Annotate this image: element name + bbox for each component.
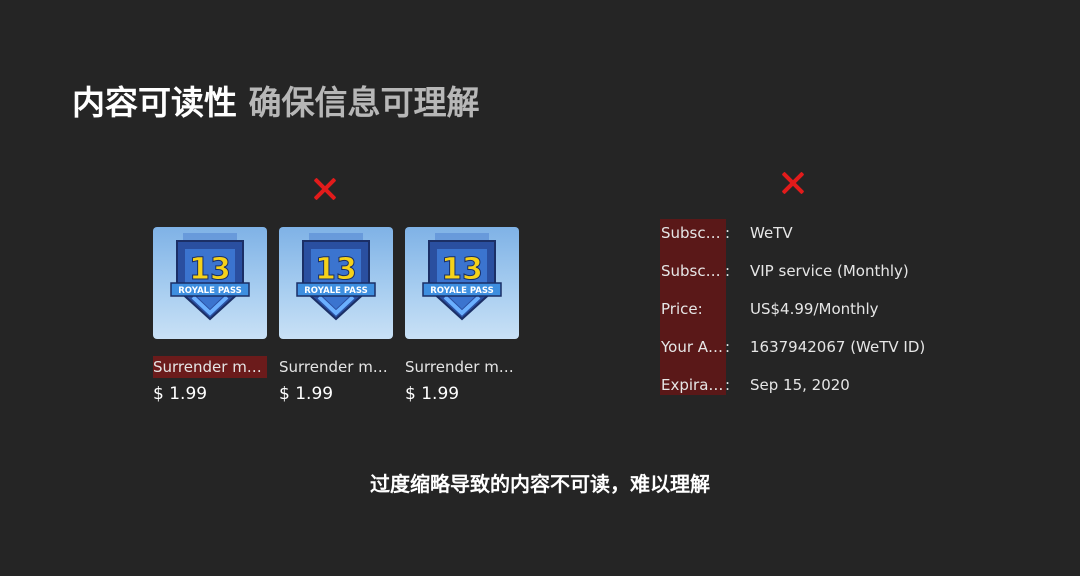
product-name: Surrender m…: [279, 358, 388, 376]
product-price: $ 1.99: [405, 384, 460, 404]
detail-colon: :: [725, 224, 731, 242]
product-thumbnail: ROYALE PASS 13: [153, 227, 267, 339]
badge-number: 13: [315, 252, 357, 287]
badge-text: ROYALE PASS: [304, 286, 367, 296]
detail-colon: :: [725, 338, 731, 356]
detail-colon: :: [725, 376, 731, 394]
detail-colon: :: [725, 262, 731, 280]
product-card[interactable]: ROYALE PASS 13 Surrender m… $ 1.99: [153, 227, 267, 404]
detail-label: Expira…: [661, 376, 724, 394]
title-main: 内容可读性: [72, 83, 237, 122]
detail-row: Subsc… : VIP service (Monthly): [661, 262, 909, 292]
cross-icon: [781, 171, 805, 195]
detail-row: Subsc… : WeTV: [661, 224, 793, 254]
detail-row: Expira… : Sep 15, 2020: [661, 376, 850, 406]
detail-label: Your A…: [661, 338, 724, 356]
badge-number: 13: [441, 252, 483, 287]
detail-value: WeTV: [750, 224, 793, 242]
product-card[interactable]: ROYALE PASS 13 Surrender m… $ 1.99: [405, 227, 519, 404]
detail-row: Price: US$4.99/Monthly: [661, 300, 879, 330]
badge-text: ROYALE PASS: [430, 286, 493, 296]
caption: 过度缩略导致的内容不可读，难以理解: [370, 472, 710, 496]
product-thumbnail: ROYALE PASS 13: [405, 227, 519, 339]
product-card[interactable]: ROYALE PASS 13 Surrender m… $ 1.99: [279, 227, 393, 404]
page-title: 内容可读性 确保信息可理解: [72, 76, 480, 124]
detail-row: Your A… : 1637942067 (WeTV ID): [661, 338, 925, 368]
cross-icon: [313, 177, 337, 201]
detail-value: US$4.99/Monthly: [750, 300, 879, 318]
badge-text: ROYALE PASS: [178, 286, 241, 296]
detail-value: VIP service (Monthly): [750, 262, 909, 280]
product-price: $ 1.99: [153, 384, 208, 404]
product-thumbnail: ROYALE PASS 13: [279, 227, 393, 339]
product-price: $ 1.99: [279, 384, 334, 404]
product-name: Surrender m…: [405, 358, 514, 376]
detail-label: Subsc…: [661, 262, 721, 280]
product-name: Surrender m…: [153, 356, 267, 378]
detail-value: Sep 15, 2020: [750, 376, 850, 394]
detail-label: Price:: [661, 300, 703, 318]
detail-label: Subsc…: [661, 224, 721, 242]
badge-number: 13: [189, 252, 231, 287]
title-sub: 确保信息可理解: [248, 83, 480, 122]
detail-value: 1637942067 (WeTV ID): [750, 338, 926, 356]
